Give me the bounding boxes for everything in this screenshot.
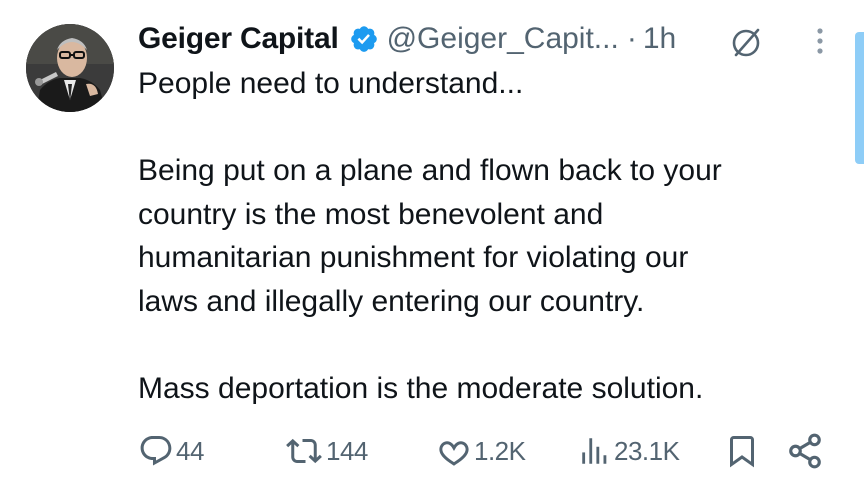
tweet-header: Geiger Capital @Geiger_Capit... · 1h — [138, 18, 676, 60]
tweet-paragraph: Mass deportation is the moderate solutio… — [138, 371, 704, 405]
header-separator: · — [626, 22, 637, 55]
tweet-text: People need to understand... ​ Being put… — [138, 62, 838, 410]
avatar[interactable] — [26, 24, 114, 112]
tweet-timestamp[interactable]: 1h — [643, 22, 676, 56]
share-button[interactable] — [786, 428, 824, 474]
avatar-photo — [26, 24, 114, 112]
reply-count: 44 — [176, 435, 204, 466]
tweet-actions-bar: 44 144 1.2K 23.1K — [0, 428, 864, 474]
tweet-paragraph-spacer: ​ — [138, 106, 838, 150]
views-button[interactable]: 23.1K — [578, 428, 680, 474]
bookmark-icon — [730, 436, 754, 468]
bar-chart-icon — [582, 438, 607, 464]
like-count: 1.2K — [474, 435, 526, 466]
bookmark-button[interactable] — [724, 428, 760, 474]
reply-button[interactable]: 44 — [138, 428, 204, 474]
tweet-paragraph: Being put on a plane and flown back to y… — [138, 154, 722, 318]
tweet-paragraph-spacer: ​ — [138, 323, 838, 367]
scrollbar-thumb[interactable] — [855, 32, 864, 164]
like-button[interactable]: 1.2K — [436, 428, 526, 474]
repost-count: 144 — [326, 435, 368, 466]
share-icon — [789, 433, 821, 469]
tweet-card[interactable]: Geiger Capital @Geiger_Capit... · 1h Peo… — [0, 0, 864, 487]
vertical-ellipsis-icon[interactable] — [810, 26, 830, 58]
speech-bubble-icon — [140, 436, 172, 466]
repost-arrows-icon — [286, 438, 322, 464]
views-count: 23.1K — [614, 435, 680, 466]
author-handle[interactable]: @Geiger_Capit... — [387, 22, 619, 56]
repost-button[interactable]: 144 — [284, 428, 368, 474]
heart-icon — [439, 441, 469, 466]
author-display-name[interactable]: Geiger Capital — [138, 22, 339, 56]
grok-icon[interactable] — [728, 24, 764, 60]
verified-badge-icon — [350, 26, 377, 52]
tweet-paragraph: People need to understand... — [138, 67, 524, 100]
